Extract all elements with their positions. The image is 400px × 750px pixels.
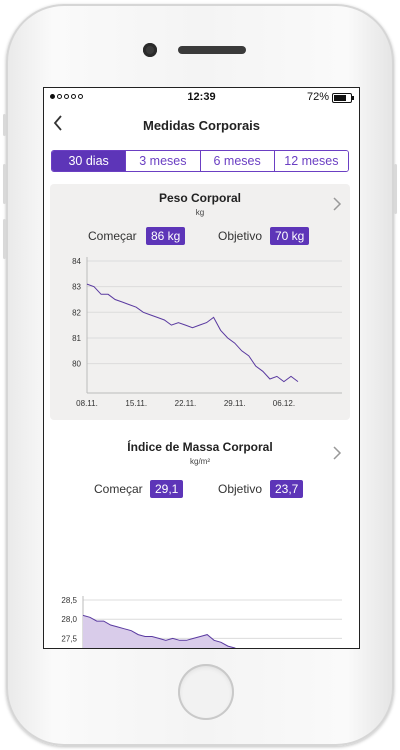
page-title: Medidas Corporais — [142, 118, 261, 133]
tab-30-dias[interactable]: 30 dias — [52, 151, 127, 171]
bmi-chart: 28,528,027,527,0 — [61, 596, 342, 648]
x-tick-label: 22.11. — [175, 399, 197, 408]
y-tick-label: 82 — [72, 308, 81, 317]
x-tick-label: 29.11. — [224, 399, 246, 408]
volume-down-button — [3, 219, 6, 259]
tab-3-meses[interactable]: 3 meses — [126, 151, 201, 171]
bmi-card[interactable]: Índice de Massa Corporal kg/m² Começar 2… — [50, 433, 350, 648]
home-button[interactable] — [178, 664, 234, 720]
y-tick-label: 28,5 — [61, 596, 77, 605]
y-tick-label: 81 — [72, 334, 81, 343]
power-button — [394, 164, 397, 214]
weight-chart: 84 83 82 81 80 08.11. 15.11. 22.11. 29.11. 06.12. — [72, 257, 342, 408]
y-tick-label: 27,5 — [61, 634, 77, 643]
battery-percent: 72% — [306, 91, 329, 103]
x-tick-label: 08.11. — [76, 399, 98, 408]
x-tick-label: 15.11. — [125, 399, 147, 408]
period-tabs: 30 dias 3 meses 6 meses 12 meses — [51, 150, 349, 172]
earpiece-speaker — [178, 46, 246, 54]
tab-6-meses[interactable]: 6 meses — [200, 151, 275, 171]
y-tick-label: 80 — [72, 360, 81, 369]
volume-up-button — [3, 164, 6, 204]
y-tick-label: 83 — [72, 283, 81, 292]
y-tick-label: 28,0 — [61, 615, 77, 624]
series-area — [83, 615, 235, 648]
x-tick-label: 06.12. — [273, 399, 295, 408]
tab-12-meses[interactable]: 12 meses — [274, 151, 348, 171]
front-camera-icon — [143, 43, 157, 57]
navigation-bar: Medidas Corporais — [44, 106, 359, 146]
status-bar: 12:39 72% — [44, 88, 359, 106]
mute-switch — [3, 114, 6, 136]
app-screen: 12:39 72% Medidas Corporais 30 dias 3 me… — [44, 88, 359, 648]
battery-icon — [332, 93, 354, 103]
weight-card[interactable]: Peso Corporal kg Começar 86 kg Objetivo … — [50, 184, 350, 420]
series-line — [86, 283, 299, 383]
y-tick-label: 84 — [72, 257, 81, 266]
